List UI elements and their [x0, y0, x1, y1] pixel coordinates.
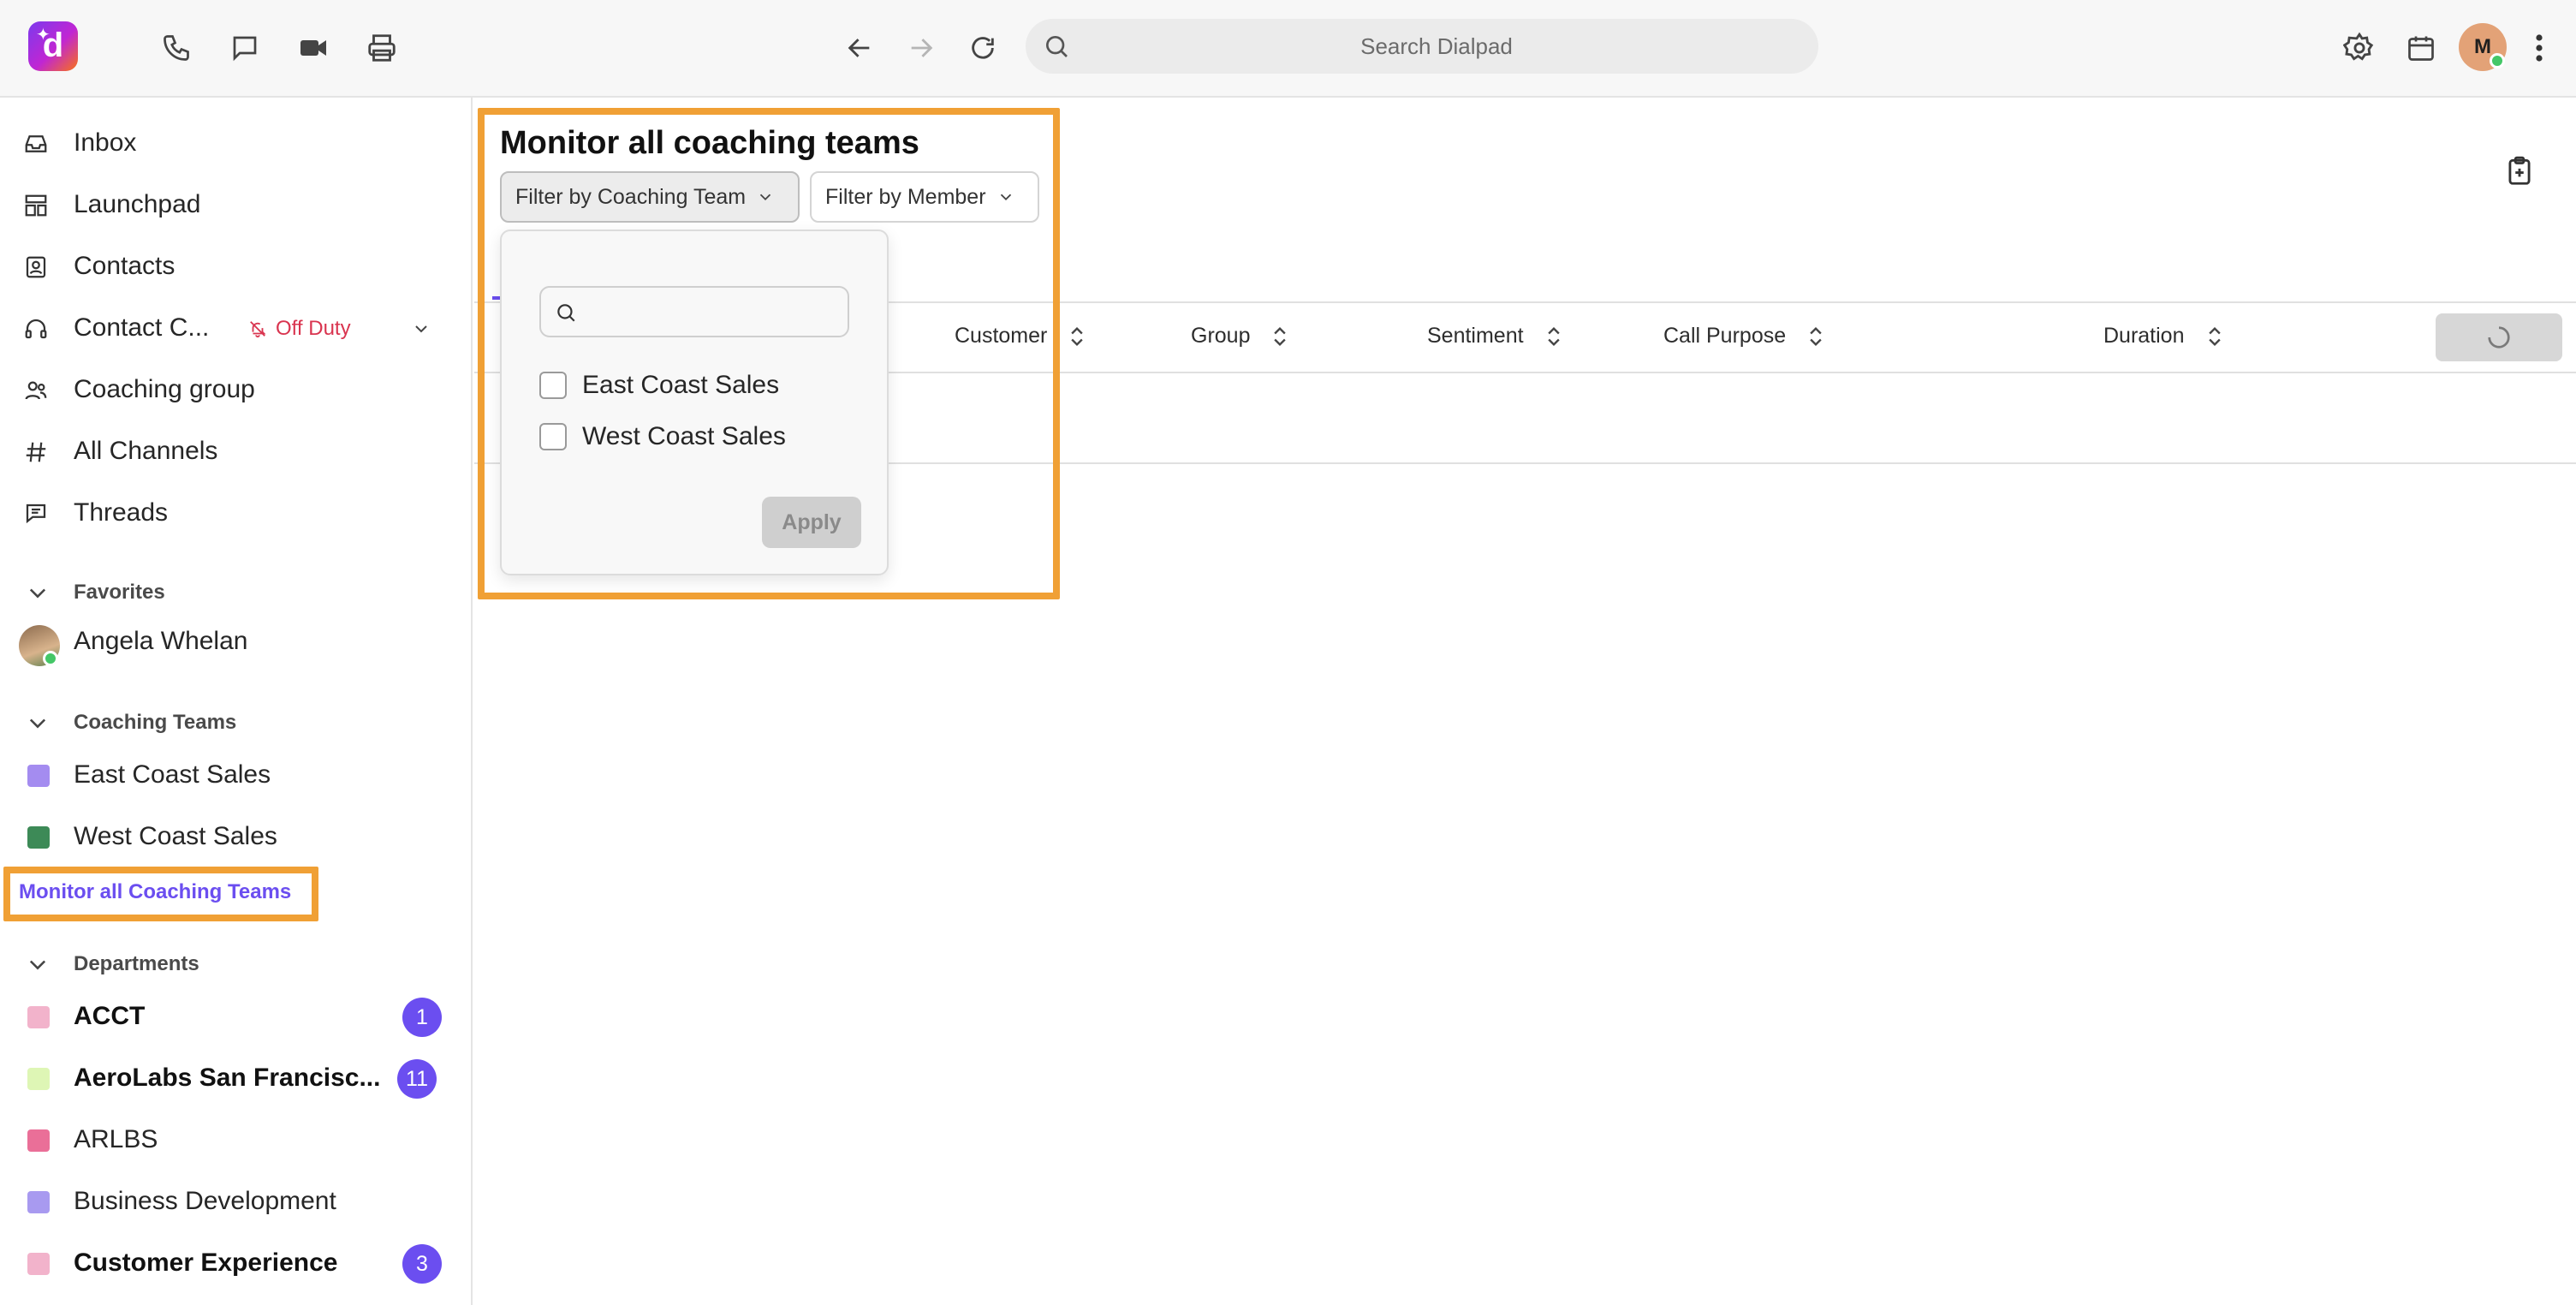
sidebar-item-label: Customer Experience: [74, 1248, 338, 1277]
column-header-call-purpose[interactable]: Call Purpose: [1663, 324, 1825, 349]
search-icon: [1043, 33, 1070, 60]
settings-icon[interactable]: [2337, 26, 2382, 70]
unread-badge: 1: [402, 998, 442, 1037]
back-icon[interactable]: [837, 26, 882, 70]
sort-icon: [1274, 326, 1287, 346]
sidebar: Inbox Launchpad Contacts Contact C... Of…: [0, 98, 473, 1305]
chevron-down-icon[interactable]: [411, 319, 431, 339]
sidebar-item-label: Contact C...: [74, 313, 210, 342]
forward-icon[interactable]: [899, 26, 943, 70]
column-label: Call Purpose: [1663, 324, 1787, 348]
sidebar-item-contacts[interactable]: Contacts: [0, 238, 473, 296]
sidebar-item-label: East Coast Sales: [74, 760, 271, 789]
threads-icon: [22, 500, 50, 527]
refresh-icon[interactable]: [961, 26, 1005, 70]
departments-section-header[interactable]: Departments: [0, 942, 473, 985]
section-title: Departments: [74, 952, 199, 975]
department-color-swatch: [27, 1006, 50, 1028]
department-color-swatch: [27, 1129, 50, 1152]
column-header-duration[interactable]: Duration: [2103, 324, 2224, 349]
sidebar-item-label: AeroLabs San Francisc...: [74, 1064, 381, 1092]
more-icon[interactable]: [2517, 26, 2561, 70]
sidebar-item-label: ARLBS: [74, 1125, 158, 1153]
chat-icon[interactable]: [223, 26, 267, 70]
online-status-dot: [43, 651, 58, 666]
sparkle-icon: ✦: [36, 26, 51, 45]
inbox-icon: [22, 130, 50, 158]
top-bar: ✦ d M: [0, 0, 2576, 98]
team-color-swatch: [27, 765, 50, 787]
hash-icon: [22, 438, 50, 466]
department-color-swatch: [27, 1253, 50, 1275]
column-header-sentiment[interactable]: Sentiment: [1427, 324, 1563, 349]
favorite-angela-whelan[interactable]: Angela Whelan: [0, 613, 473, 671]
sidebar-item-west-coast-sales[interactable]: West Coast Sales: [0, 808, 473, 867]
section-title: Coaching Teams: [74, 711, 237, 734]
sidebar-item-label: Launchpad: [74, 190, 201, 218]
unread-badge: 11: [397, 1059, 437, 1099]
sidebar-item-label: Inbox: [74, 128, 137, 157]
launchpad-icon: [22, 192, 50, 219]
sidebar-item-launchpad[interactable]: Launchpad: [0, 176, 473, 235]
sort-icon: [1071, 326, 1084, 346]
column-label: Group: [1191, 324, 1251, 348]
sidebar-item-inbox[interactable]: Inbox: [0, 115, 473, 173]
sort-icon: [1547, 326, 1560, 346]
column-header-group[interactable]: Group: [1191, 324, 1289, 349]
contacts-icon: [22, 253, 50, 281]
clipboard-add-icon[interactable]: [2503, 154, 2536, 188]
search-input[interactable]: [1086, 19, 1788, 74]
sidebar-item-label: ACCT: [74, 1002, 146, 1030]
off-duty-label: Off Duty: [276, 317, 351, 340]
column-label: Sentiment: [1427, 324, 1524, 348]
sidebar-item-east-coast-sales[interactable]: East Coast Sales: [0, 747, 473, 805]
off-duty-status: Off Duty: [248, 317, 351, 341]
department-item[interactable]: Customer Experience 3: [0, 1235, 473, 1293]
sidebar-item-label: Business Development: [74, 1187, 336, 1215]
team-color-swatch: [27, 826, 50, 849]
sidebar-item-label: Threads: [74, 498, 169, 527]
spinner-icon: [2488, 326, 2510, 349]
coaching-teams-section-header[interactable]: Coaching Teams: [0, 700, 473, 743]
loading-button[interactable]: [2436, 313, 2562, 361]
sort-icon: [2208, 326, 2221, 346]
online-status-dot: [2490, 53, 2505, 69]
chevron-down-icon: [26, 581, 50, 605]
global-search[interactable]: [1026, 19, 1818, 74]
video-icon[interactable]: [291, 26, 336, 70]
sidebar-highlight-box: [3, 867, 318, 921]
avatar-initial: M: [2474, 35, 2491, 58]
department-item[interactable]: AeroLabs San Francisc... 11: [0, 1050, 473, 1108]
chevron-down-icon: [26, 711, 50, 735]
dialpad-logo[interactable]: ✦ d: [28, 21, 78, 71]
people-icon: [22, 377, 50, 404]
sidebar-item-threads[interactable]: Threads: [0, 485, 473, 543]
sidebar-item-all-channels[interactable]: All Channels: [0, 423, 473, 481]
section-title: Favorites: [74, 581, 165, 604]
column-label: Duration: [2103, 324, 2185, 348]
bell-off-icon: [250, 321, 266, 338]
department-item[interactable]: ACCT 1: [0, 988, 473, 1046]
sort-icon: [1810, 326, 1822, 346]
department-item[interactable]: ARLBS: [0, 1111, 473, 1170]
calendar-icon[interactable]: [2399, 26, 2443, 70]
sidebar-item-label: All Channels: [74, 437, 218, 465]
sidebar-item-contact-center[interactable]: Contact C... Off Duty: [0, 300, 473, 358]
main-highlight-box: [478, 108, 1060, 599]
department-color-swatch: [27, 1068, 50, 1090]
favorites-section-header[interactable]: Favorites: [0, 570, 473, 613]
phone-icon[interactable]: [154, 26, 199, 70]
sidebar-item-label: Angela Whelan: [74, 627, 248, 655]
sidebar-item-label: Contacts: [74, 252, 176, 280]
sidebar-item-coaching-group[interactable]: Coaching group: [0, 361, 473, 420]
department-color-swatch: [27, 1191, 50, 1213]
sidebar-item-label: Coaching group: [74, 375, 255, 403]
sidebar-item-label: West Coast Sales: [74, 822, 277, 850]
unread-badge: 3: [402, 1244, 442, 1284]
headset-icon: [22, 315, 50, 343]
chevron-down-icon: [26, 952, 50, 976]
print-icon[interactable]: [360, 26, 404, 70]
department-item[interactable]: Business Development: [0, 1173, 473, 1231]
